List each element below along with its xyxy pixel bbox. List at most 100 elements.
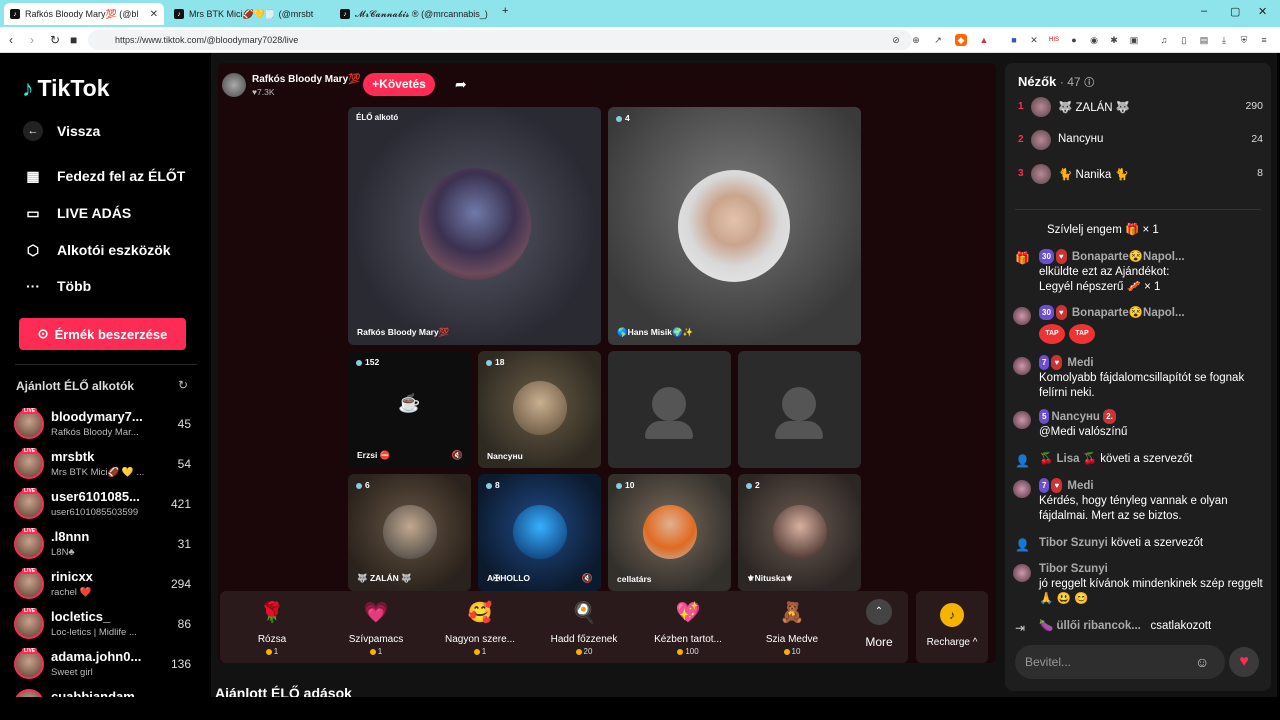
nav-more[interactable]: ··· Több: [23, 276, 91, 296]
reload-icon[interactable]: ↻: [50, 33, 60, 47]
chat-input[interactable]: Bevitel...: [1015, 645, 1225, 679]
share-arrow-icon[interactable]: ➦: [455, 76, 467, 93]
get-coins-button[interactable]: ⊙ Érmék beszerzése: [19, 318, 186, 350]
chat-user[interactable]: Tibor Szunyi: [1039, 562, 1265, 577]
nav-go-live[interactable]: ▭ LIVE ADÁS: [23, 203, 131, 223]
address-bar[interactable]: https://www.tiktok.com/@bloodymary7028/l…: [88, 30, 912, 50]
gift-item[interactable]: 💗 Szívpamacs 1: [324, 595, 428, 661]
avatar[interactable]: [1013, 307, 1031, 325]
back-button[interactable]: ← Vissza: [23, 121, 100, 141]
nav-creator-tools[interactable]: ⬡ Alkotói eszközök: [23, 240, 171, 260]
menu-icon[interactable]: ≡: [1258, 34, 1270, 46]
empty-seat[interactable]: [738, 351, 861, 468]
tap-sticker: TAP: [1039, 324, 1065, 344]
back-label: Vissza: [57, 123, 101, 139]
chat-user[interactable]: Bonaparte😵Napol...: [1072, 251, 1185, 263]
extension-icon[interactable]: ✕: [1028, 34, 1040, 46]
guest-video-cell[interactable]: 2 ⚜Nituska⚜: [738, 474, 861, 591]
creator-row[interactable]: LIVE mrsbtk Mrs BTK Mici🏈 💛 ... 54: [14, 446, 199, 486]
creator-row[interactable]: cuabbiandam: [14, 686, 199, 697]
creator-row[interactable]: LIVE user6101085... user6101085503599 421: [14, 486, 199, 526]
gift-item[interactable]: 🥰 Nagyon szere... 1: [428, 595, 532, 661]
nav-explore-live[interactable]: ▦ Fedezd fel az ÉLŐT: [23, 166, 185, 186]
guest-video-cell[interactable]: 6 🐺 ZALÁN 🐺: [348, 474, 471, 591]
tiktok-favicon-icon: ♪: [10, 9, 20, 19]
chat-body: 30 ♥ Bonaparte😵Napol... TAP TAP: [1039, 305, 1265, 344]
host-avatar[interactable]: [222, 73, 246, 97]
chat-user[interactable]: Nancyнu: [1051, 411, 1100, 423]
browser-tab[interactable]: ♪ 𝓜𝓻𝓒𝓪𝓷𝓷𝓪𝓫𝓲𝓼 ® (@mrcannabis_): [334, 3, 494, 25]
avatar[interactable]: [1013, 357, 1031, 375]
avatar[interactable]: [1013, 564, 1031, 582]
browser-tab[interactable]: ♪ Mrs BTK Mici🏈💛🗒️ (@mrsbt: [168, 3, 330, 25]
vpn-icon[interactable]: ⛨: [1238, 34, 1250, 46]
wallet-icon[interactable]: ▤: [1198, 34, 1210, 46]
creator-row[interactable]: LIVE bloodymary7... Rafkós Bloody Mar... 45: [14, 406, 199, 446]
refresh-icon[interactable]: ↻: [178, 378, 188, 392]
chat-user[interactable]: 🍆 üllői ribancok...: [1039, 620, 1141, 632]
gift-item[interactable]: 🌹 Rózsa 1: [220, 595, 324, 661]
share-icon[interactable]: ↗: [932, 34, 944, 46]
extension-icon[interactable]: ●: [1068, 34, 1080, 46]
guest-video-cell[interactable]: 4 🌎Hans Misik🌍✨: [608, 107, 861, 345]
chat-user[interactable]: Bonaparte😵Napol...: [1072, 307, 1185, 319]
extensions-puzzle-icon[interactable]: ✱: [1108, 34, 1120, 46]
viewer-row[interactable]: 1 🐺 ZALÁN 🐺 290: [1018, 96, 1263, 120]
creator-row[interactable]: LIVE adama.john0... Sweet girl 136: [14, 646, 199, 686]
chat-user[interactable]: Tibor Szunyi: [1039, 537, 1108, 549]
like-heart-button[interactable]: ♥: [1229, 647, 1259, 677]
guest-count: 6: [356, 480, 370, 490]
info-icon[interactable]: ⓘ: [1084, 78, 1094, 89]
sidebar-icon[interactable]: ▯: [1178, 34, 1190, 46]
creator-subtitle: Rafkós Bloody Mar...: [51, 427, 139, 438]
translate-icon[interactable]: ⊘: [890, 34, 902, 46]
minimize-button[interactable]: –: [1201, 5, 1207, 17]
forward-arrow-icon[interactable]: ›: [30, 33, 34, 47]
downloads-icon[interactable]: ⤓: [1218, 34, 1230, 46]
gift-item[interactable]: 🍳 Hadd főzzenek 20: [532, 595, 636, 661]
back-arrow-icon[interactable]: ‹: [9, 33, 13, 47]
viewer-row[interactable]: 2 Nancyнu 24: [1018, 129, 1263, 153]
extension-icon[interactable]: ■: [1008, 34, 1020, 46]
guest-video-cell[interactable]: 10 cellatárs: [608, 474, 731, 591]
tiktok-logo[interactable]: ♪ TikTok: [22, 75, 110, 102]
more-gifts-button[interactable]: ⌃ More: [854, 599, 904, 659]
guest-name: Erzsi ⛔: [357, 450, 391, 460]
guest-avatar-image: [643, 505, 697, 559]
chat-user[interactable]: 🍒 Lisa 🍒: [1039, 453, 1097, 465]
chat-user[interactable]: Medi: [1067, 480, 1093, 492]
new-tab-button[interactable]: +: [502, 5, 508, 17]
creator-row[interactable]: LIVE rinicxx rachel ❤️ 294: [14, 566, 199, 606]
creator-row[interactable]: LIVE locletics_ Loc-letics | Midlife ... 86: [14, 606, 199, 646]
chat-user[interactable]: Medi: [1067, 357, 1093, 369]
screenshot-icon[interactable]: ▣: [1128, 34, 1140, 46]
media-icon[interactable]: ♫: [1158, 34, 1170, 46]
close-window-button[interactable]: ✕: [1258, 5, 1267, 18]
guest-video-cell[interactable]: 8 A✠HOLLO 🔇: [478, 474, 601, 591]
extension-icon[interactable]: HIS: [1048, 34, 1060, 46]
zoom-icon[interactable]: ⊕: [910, 34, 922, 46]
brave-rewards-icon[interactable]: ▲: [978, 34, 990, 46]
emoji-icon[interactable]: ☺: [1195, 654, 1209, 670]
maximize-button[interactable]: ▢: [1230, 5, 1240, 18]
avatar[interactable]: [1013, 480, 1031, 498]
host-video-cell[interactable]: ÉLŐ alkotó Rafkós Bloody Mary💯: [348, 107, 601, 345]
recharge-button[interactable]: ♪ Recharge ^: [916, 591, 988, 663]
creator-row[interactable]: LIVE .l8nnn L8N♣ 31: [14, 526, 199, 566]
brave-shield-icon[interactable]: ◆: [955, 34, 967, 46]
guest-video-cell[interactable]: 18 Nancyнu: [478, 351, 601, 468]
guest-name: A✠HOLLO: [487, 573, 531, 583]
empty-seat[interactable]: [608, 351, 731, 468]
guest-video-cell[interactable]: 152 ☕ Erzsi ⛔ 🔇: [348, 351, 471, 468]
close-tab-icon[interactable]: ✕: [150, 9, 158, 20]
host-name[interactable]: Rafkós Bloody Mary💯: [252, 74, 361, 85]
gift-item[interactable]: 🧸 Szia Medve 10: [740, 595, 844, 661]
gift-item[interactable]: 💖 Kézben tartot... 100: [636, 595, 740, 661]
follow-button[interactable]: +Követés: [363, 73, 435, 96]
bookmark-icon[interactable]: ■: [70, 33, 77, 47]
avatar[interactable]: [1013, 411, 1031, 429]
extension-icon[interactable]: ◉: [1088, 34, 1100, 46]
browser-tab-active[interactable]: ♪ Rafkós Bloody Mary💯 (@bl ✕: [4, 3, 164, 25]
viewer-row[interactable]: 3 🐈 Nanika 🐈 8: [1018, 163, 1263, 187]
camera-icon: ▭: [26, 204, 40, 221]
